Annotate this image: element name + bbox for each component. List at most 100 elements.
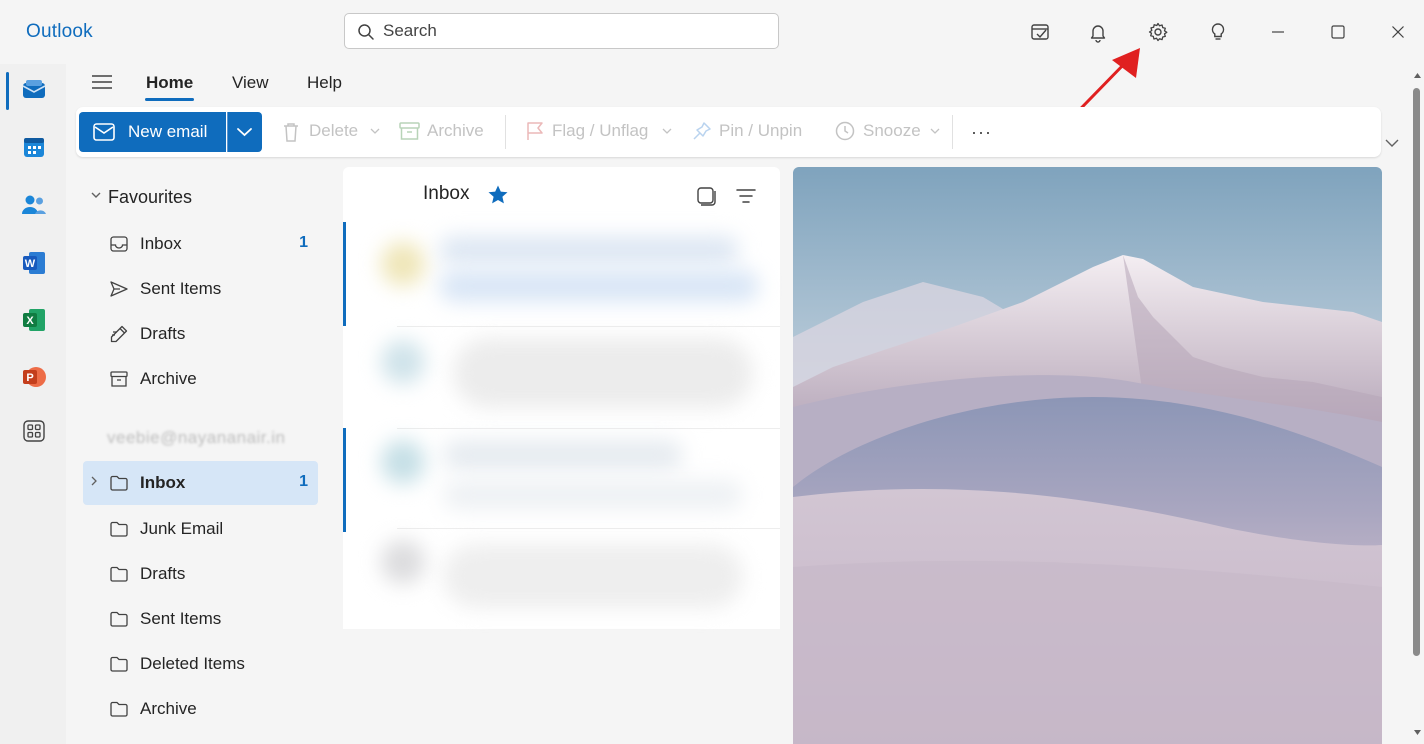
account-header[interactable]: veebie@nayananair.in (107, 428, 286, 448)
chevron-down-icon (227, 112, 252, 152)
scrollbar-thumb[interactable] (1413, 88, 1420, 656)
chevron-right-icon[interactable] (89, 475, 99, 487)
search-box[interactable] (344, 13, 779, 49)
flag-unflag-button[interactable]: Flag / Unflag (552, 121, 648, 141)
snooze-dropdown-icon (930, 127, 940, 135)
archive-icon (109, 369, 129, 389)
favourites-header[interactable]: Favourites (108, 187, 192, 208)
archive-button[interactable]: Archive (427, 121, 484, 141)
mail-icon[interactable] (18, 74, 50, 106)
word-badge: W (25, 258, 36, 270)
filter-icon[interactable] (735, 185, 757, 207)
folder-icon (109, 654, 129, 674)
folder-label: Deleted Items (140, 654, 245, 673)
excel-icon[interactable]: X (18, 304, 50, 336)
reading-pane-background-image (793, 167, 1382, 744)
desert-mountain-image (793, 167, 1382, 744)
folder-icon (109, 519, 129, 539)
unread-count: 1 (299, 234, 308, 251)
powerpoint-badge: P (26, 372, 33, 384)
avatar (381, 340, 425, 384)
delete-icon (281, 121, 301, 143)
pin-unpin-button[interactable]: Pin / Unpin (719, 121, 802, 141)
avatar (381, 440, 425, 484)
pin-icon (692, 121, 712, 141)
favourite-item-drafts[interactable]: Drafts (83, 312, 318, 356)
flag-dropdown-icon (662, 127, 672, 135)
search-input[interactable] (383, 20, 763, 42)
folder-label: Archive (140, 369, 197, 388)
delete-button[interactable]: Delete (309, 121, 358, 141)
lightbulb-icon[interactable] (1206, 20, 1230, 44)
folder-label: Inbox (140, 234, 182, 253)
folder-label: Drafts (140, 324, 186, 343)
avatar (381, 242, 425, 286)
star-icon[interactable] (487, 184, 509, 206)
chevron-down-icon[interactable] (90, 190, 102, 200)
people-icon[interactable] (18, 189, 50, 221)
folder-label: Drafts (140, 564, 186, 583)
envelope-icon (93, 123, 115, 141)
folder-label: Sent Items (140, 279, 222, 298)
folder-item-archive[interactable]: Archive (83, 687, 318, 731)
folder-icon (109, 473, 129, 493)
select-mode-icon[interactable] (695, 185, 717, 207)
clock-icon (835, 121, 855, 141)
maximize-icon[interactable] (1326, 20, 1350, 44)
calendar-icon[interactable] (18, 131, 50, 163)
folder-item-drafts[interactable]: Drafts (83, 552, 318, 596)
new-email-button[interactable]: New email (79, 112, 226, 152)
avatar (381, 540, 425, 584)
folder-item-junk-email[interactable]: Junk Email (83, 507, 318, 551)
app-title: Outlook (26, 21, 93, 42)
inbox-icon (109, 234, 129, 254)
ribbon-divider (952, 115, 953, 149)
more-options-button[interactable]: ··· (971, 122, 992, 143)
message-row[interactable] (343, 326, 780, 430)
folder-label: Junk Email (140, 519, 224, 538)
message-preview-blur (439, 236, 739, 264)
folder-item-deleted-items[interactable]: Deleted Items (83, 642, 318, 686)
close-icon[interactable] (1386, 20, 1410, 44)
message-list-title: Inbox (423, 183, 470, 204)
apps-icon[interactable] (18, 415, 50, 447)
ribbon-expand-chevron-icon[interactable] (1384, 137, 1400, 149)
message-preview-blur (453, 338, 753, 408)
folder-item-inbox[interactable]: Inbox 1 (83, 461, 318, 505)
word-icon[interactable]: W (18, 247, 50, 279)
ribbon-divider (505, 115, 506, 149)
tab-home[interactable]: Home (146, 73, 193, 93)
favourite-item-archive[interactable]: Archive (83, 357, 318, 401)
rail-active-indicator (6, 72, 9, 110)
folder-label: Sent Items (140, 609, 222, 628)
search-icon (357, 23, 375, 41)
folder-item-sent-items[interactable]: Sent Items (83, 597, 318, 641)
folder-icon (109, 609, 129, 629)
new-email-dropdown[interactable] (227, 112, 262, 152)
archive-icon (399, 121, 420, 141)
app-rail (0, 64, 66, 744)
flag-icon (525, 121, 545, 141)
snooze-button[interactable]: Snooze (863, 121, 921, 141)
message-preview-blur (439, 270, 759, 302)
message-row[interactable] (343, 222, 780, 326)
new-email-label: New email (128, 122, 208, 141)
favourite-item-sent-items[interactable]: Sent Items (83, 267, 318, 311)
folder-label: Archive (140, 699, 197, 718)
pencil-icon (109, 324, 129, 344)
tab-help[interactable]: Help (307, 73, 342, 93)
tab-view[interactable]: View (232, 73, 269, 93)
message-row[interactable] (343, 428, 780, 532)
powerpoint-icon[interactable]: P (18, 361, 50, 393)
message-row[interactable] (343, 528, 780, 632)
title-bar: Outlook (0, 0, 1424, 64)
tab-home-underline (145, 98, 194, 101)
selected-row-indicator (343, 428, 346, 532)
folder-icon (109, 564, 129, 584)
delete-dropdown-icon (370, 127, 380, 135)
favourite-item-inbox[interactable]: Inbox 1 (83, 222, 318, 266)
excel-badge: X (26, 315, 34, 327)
minimize-icon[interactable] (1266, 20, 1290, 44)
folder-label: Inbox (140, 473, 186, 492)
hamburger-menu-icon[interactable] (89, 72, 115, 94)
